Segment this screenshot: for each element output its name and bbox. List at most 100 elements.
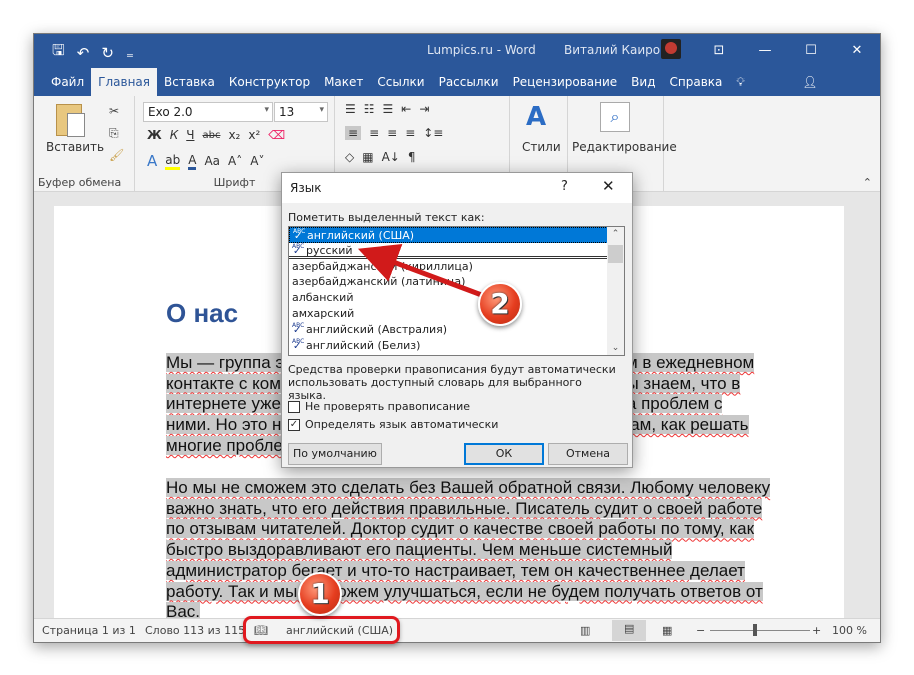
- help-icon[interactable]: ?: [561, 179, 568, 194]
- paste-button[interactable]: Вставить: [46, 140, 104, 154]
- customize-qat-icon[interactable]: ₌: [126, 44, 134, 62]
- listbox-scrollbar[interactable]: ⌃ ⌄: [607, 227, 624, 355]
- underline-button[interactable]: Ч: [186, 128, 194, 142]
- font-size-combo[interactable]: 13 ▾: [274, 102, 328, 122]
- user-name[interactable]: Виталий Каиров: [564, 43, 667, 57]
- web-layout-icon[interactable]: ▦: [662, 624, 672, 637]
- line-spacing-button[interactable]: ↕≡: [423, 126, 443, 140]
- dialog-close-icon[interactable]: ✕: [602, 177, 615, 195]
- redo-icon[interactable]: ↻: [101, 44, 114, 62]
- scroll-up-icon[interactable]: ⌃: [607, 229, 624, 239]
- bullets-button[interactable]: ☰: [345, 102, 356, 116]
- tab-design[interactable]: Конструктор: [222, 68, 317, 96]
- paste-icon[interactable]: [56, 104, 85, 137]
- tab-home[interactable]: Главная: [91, 68, 157, 96]
- language-item[interactable]: азербайджанский (латиница): [289, 274, 624, 290]
- spellcheck-icon: ABC: [293, 228, 307, 236]
- align-left-button[interactable]: ≡: [345, 126, 362, 140]
- word-count[interactable]: Слово 113 из 115: [145, 624, 245, 637]
- language-item[interactable]: ABCанглийский (Белиз): [289, 338, 624, 354]
- font-color-button[interactable]: A: [188, 153, 197, 170]
- language-item[interactable]: амхарский: [289, 306, 624, 322]
- zoom-level[interactable]: 100 %: [832, 624, 867, 637]
- ribbon-display-options-icon[interactable]: ⊡: [696, 34, 742, 66]
- cut-icon[interactable]: ✂: [109, 104, 119, 118]
- document-heading: О нас: [166, 298, 239, 328]
- shrink-font-button[interactable]: A˅: [250, 154, 264, 168]
- print-layout-icon[interactable]: ▤: [612, 620, 647, 641]
- tell-me-button[interactable]: 💡︎ Помощн: [729, 68, 795, 117]
- tab-layout[interactable]: Макет: [317, 68, 370, 96]
- no-spellcheck-checkbox[interactable]: Не проверять правописание: [288, 400, 470, 413]
- tab-references[interactable]: Ссылки: [370, 68, 431, 96]
- justify-button[interactable]: ≡: [405, 126, 415, 140]
- zoom-out-button[interactable]: −: [696, 624, 705, 637]
- align-right-button[interactable]: ≡: [387, 126, 397, 140]
- strikethrough-button[interactable]: abc: [202, 130, 220, 141]
- dialog-title-bar: Язык ? ✕: [282, 173, 632, 203]
- share-button[interactable]: 👤︎ Поделиться: [795, 68, 884, 117]
- tab-file[interactable]: Файл: [44, 68, 91, 96]
- save-icon[interactable]: 🖫: [52, 40, 65, 65]
- styles-button[interactable]: Стили: [522, 140, 561, 154]
- no-spellcheck-box[interactable]: [288, 400, 300, 413]
- page-count[interactable]: Страница 1 из 1: [42, 624, 136, 637]
- scroll-down-icon[interactable]: ⌄: [607, 343, 624, 353]
- superscript-button[interactable]: x²: [248, 128, 260, 142]
- undo-icon[interactable]: ↶: [77, 44, 90, 62]
- sort-button[interactable]: A↓: [382, 150, 400, 164]
- copy-icon[interactable]: ⎘: [109, 126, 119, 141]
- shading-button[interactable]: ◇: [345, 150, 354, 164]
- font-name-combo[interactable]: Exo 2.0 ▾: [143, 102, 273, 122]
- language-item[interactable]: ABCанглийский (Австралия): [289, 322, 624, 338]
- format-painter-icon[interactable]: 🖌︎: [109, 148, 124, 162]
- language-item[interactable]: ABCрусский: [289, 243, 624, 259]
- highlight-button[interactable]: ab: [165, 153, 181, 170]
- cancel-button[interactable]: Отмена: [548, 443, 628, 465]
- grow-font-button[interactable]: A˄: [228, 154, 242, 168]
- multilevel-list-button[interactable]: ☰: [383, 102, 394, 116]
- tab-insert[interactable]: Вставка: [157, 68, 222, 96]
- borders-button[interactable]: ▦: [362, 150, 373, 164]
- bold-button[interactable]: Ж: [147, 128, 162, 142]
- subscript-button[interactable]: x₂: [228, 128, 240, 142]
- text-effects-button[interactable]: A: [147, 152, 157, 170]
- editing-button[interactable]: Редактирование: [572, 140, 677, 154]
- read-mode-icon[interactable]: ▥: [580, 624, 590, 637]
- zoom-slider-thumb[interactable]: [753, 624, 757, 636]
- clear-formatting-icon[interactable]: ⌫: [268, 128, 285, 142]
- language-item[interactable]: албанский: [289, 290, 624, 306]
- tab-view[interactable]: Вид: [624, 68, 662, 96]
- language-dialog: Язык ? ✕ Пометить выделенный текст как: …: [281, 172, 633, 468]
- center-button[interactable]: ≡: [369, 126, 379, 140]
- maximize-button[interactable]: ☐: [788, 34, 834, 66]
- auto-detect-checkbox[interactable]: ✓ Определять язык автоматически: [288, 418, 498, 431]
- italic-button[interactable]: К: [170, 128, 179, 142]
- default-button[interactable]: По умолчанию: [288, 443, 382, 465]
- language-item[interactable]: ABCанглийский (США): [289, 227, 624, 243]
- tab-review[interactable]: Рецензирование: [506, 68, 625, 96]
- auto-detect-box[interactable]: ✓: [288, 418, 300, 431]
- language-item[interactable]: азербайджанский (кириллица): [289, 259, 624, 275]
- avatar[interactable]: [661, 39, 681, 59]
- tab-help[interactable]: Справка: [663, 68, 730, 96]
- tab-mailings[interactable]: Рассылки: [432, 68, 506, 96]
- search-icon: ⌕: [600, 102, 630, 132]
- zoom-slider[interactable]: [710, 630, 810, 631]
- minimize-button[interactable]: —: [742, 34, 788, 66]
- collapse-ribbon-icon[interactable]: ⌃: [863, 176, 872, 189]
- scroll-thumb[interactable]: [608, 245, 623, 263]
- ok-button[interactable]: ОК: [464, 443, 544, 465]
- paragraph-2[interactable]: Но мы не сможем это сделать без Вашей об…: [166, 478, 791, 620]
- numbering-button[interactable]: ☷: [364, 102, 375, 116]
- increase-indent-button[interactable]: ⇥: [419, 102, 429, 116]
- decrease-indent-button[interactable]: ⇤: [401, 102, 411, 116]
- show-formatting-button[interactable]: ¶: [408, 150, 416, 164]
- language-listbox[interactable]: ABCанглийский (США)ABCрусскийазербайджан…: [288, 226, 625, 356]
- clipboard-group-label: Буфер обмена: [38, 176, 122, 189]
- title-bar: 🖫 ↶ ↻ ₌ Lumpics.ru - Word Виталий Каиров…: [34, 34, 880, 66]
- zoom-in-button[interactable]: +: [812, 624, 821, 637]
- close-button[interactable]: ✕: [834, 34, 880, 66]
- change-case-button[interactable]: Aa: [204, 154, 220, 168]
- text-line: быстро выздоравливают его пациенты. Чем …: [166, 540, 673, 560]
